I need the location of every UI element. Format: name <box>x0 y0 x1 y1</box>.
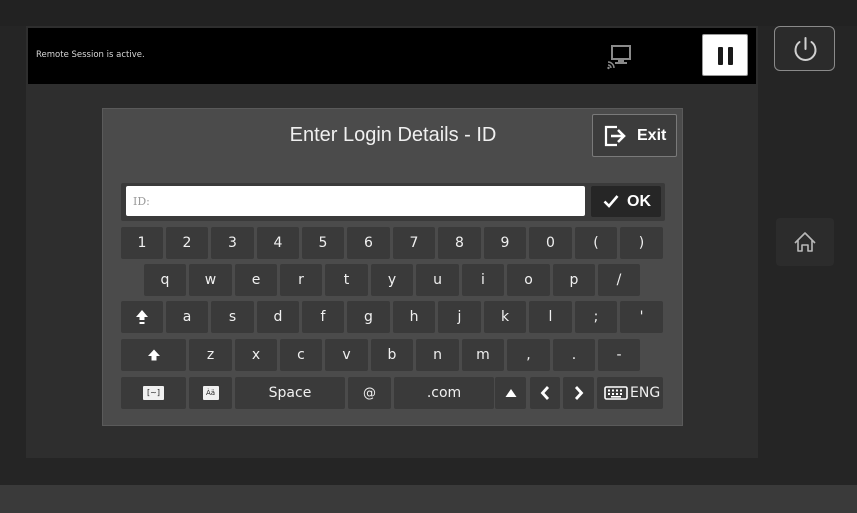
key[interactable]: x <box>235 339 277 371</box>
key[interactable]: p <box>553 264 595 296</box>
key[interactable]: o <box>507 264 550 296</box>
exit-button[interactable]: Exit <box>592 114 677 157</box>
key[interactable]: l <box>529 301 572 333</box>
caps-lock-icon <box>136 310 148 324</box>
login-dialog: Enter Login Details - ID Exit OK 1 2 3 4… <box>102 108 683 426</box>
key[interactable]: 9 <box>484 227 526 259</box>
key[interactable]: a <box>166 301 208 333</box>
exit-icon <box>604 125 626 147</box>
key[interactable]: n <box>416 339 459 371</box>
exit-label: Exit <box>637 127 667 144</box>
home-icon <box>794 232 816 252</box>
key[interactable]: ) <box>620 227 663 259</box>
keyboard-icon <box>604 386 628 400</box>
key[interactable]: 7 <box>393 227 435 259</box>
arrow-left-key[interactable] <box>530 377 560 409</box>
bottom-bar <box>0 485 857 513</box>
key[interactable]: ( <box>575 227 617 259</box>
key[interactable]: , <box>507 339 550 371</box>
key[interactable]: e <box>235 264 277 296</box>
accent-key[interactable]: Àä <box>189 377 232 409</box>
remote-session-status: Remote Session is active. <box>36 50 145 60</box>
key[interactable]: / <box>598 264 640 296</box>
language-key[interactable]: ENG <box>597 377 663 409</box>
key[interactable]: w <box>189 264 232 296</box>
pause-button[interactable] <box>702 34 748 76</box>
chevron-left-icon <box>540 386 550 400</box>
checkmark-icon <box>603 195 619 208</box>
key[interactable]: 5 <box>302 227 344 259</box>
symbols-key[interactable]: [~] <box>121 377 186 409</box>
key[interactable]: v <box>325 339 368 371</box>
arrow-right-key[interactable] <box>563 377 594 409</box>
ok-button[interactable]: OK <box>591 186 661 217</box>
key[interactable]: z <box>189 339 232 371</box>
at-key[interactable]: @ <box>348 377 391 409</box>
key[interactable]: y <box>371 264 413 296</box>
key[interactable]: 1 <box>121 227 163 259</box>
key[interactable]: g <box>347 301 390 333</box>
key[interactable]: ' <box>620 301 663 333</box>
key[interactable]: h <box>393 301 435 333</box>
key[interactable]: u <box>416 264 459 296</box>
key[interactable]: t <box>325 264 368 296</box>
power-icon <box>794 37 817 61</box>
key[interactable]: - <box>598 339 640 371</box>
key[interactable]: j <box>438 301 481 333</box>
key[interactable]: 4 <box>257 227 299 259</box>
key[interactable]: . <box>553 339 595 371</box>
key[interactable]: b <box>371 339 413 371</box>
key[interactable]: m <box>462 339 504 371</box>
key[interactable]: 6 <box>347 227 390 259</box>
key[interactable]: 0 <box>529 227 572 259</box>
key[interactable]: 3 <box>211 227 254 259</box>
id-input[interactable] <box>126 186 585 216</box>
chevron-right-icon <box>574 386 583 400</box>
key[interactable]: 2 <box>166 227 208 259</box>
key[interactable]: k <box>484 301 526 333</box>
key[interactable]: ; <box>575 301 617 333</box>
top-shade <box>0 0 857 26</box>
space-key[interactable]: Space <box>235 377 345 409</box>
key[interactable]: q <box>144 264 186 296</box>
shift-arrow-icon <box>147 349 160 361</box>
key[interactable]: 8 <box>438 227 481 259</box>
key[interactable]: i <box>462 264 504 296</box>
caps-lock-key[interactable] <box>121 301 163 333</box>
home-button[interactable] <box>776 218 834 266</box>
key[interactable]: s <box>211 301 254 333</box>
shift-key[interactable] <box>121 339 186 371</box>
remote-session-bar: Remote Session is active. <box>28 28 756 84</box>
key[interactable]: r <box>280 264 322 296</box>
id-input-row: OK <box>121 183 665 221</box>
power-button[interactable] <box>774 26 835 71</box>
arrow-up-icon <box>505 389 516 397</box>
key[interactable]: f <box>302 301 344 333</box>
arrow-up-key[interactable] <box>495 377 526 409</box>
screen-cast-icon <box>607 45 631 70</box>
key[interactable]: d <box>257 301 299 333</box>
dot-com-key[interactable]: .com <box>394 377 494 409</box>
key[interactable]: c <box>280 339 322 371</box>
ok-label: OK <box>627 193 651 210</box>
